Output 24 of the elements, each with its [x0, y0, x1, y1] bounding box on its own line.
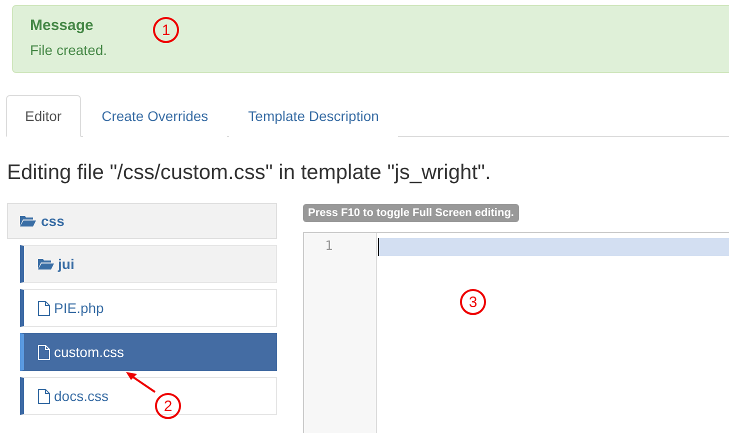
tree-item[interactable]: jui — [20, 245, 277, 283]
item-label: custom.css — [54, 344, 124, 360]
file-icon — [38, 300, 50, 316]
page-heading: Editing file "/css/custom.css" in template "js_wright". — [7, 161, 492, 185]
callout-number: 2 — [155, 393, 181, 419]
hint-badge: Press F10 to toggle Full Screen editing. — [303, 204, 519, 222]
alert-title: Message — [30, 17, 94, 34]
tree-item[interactable]: PIE.php — [20, 289, 277, 327]
item-label: jui — [58, 256, 74, 272]
arrow-drawing — [124, 371, 156, 393]
folder-icon — [38, 258, 54, 270]
item-label: docs.css — [54, 388, 108, 404]
file-icon — [38, 388, 50, 404]
folder-icon — [20, 215, 36, 227]
tree-folder[interactable]: css — [7, 203, 277, 239]
tree-item[interactable]: custom.css — [20, 333, 277, 371]
callout-number: 3 — [460, 289, 486, 315]
tab[interactable]: Editor — [6, 95, 81, 137]
callout-number: 1 — [153, 17, 179, 43]
line-number: 1 — [324, 238, 334, 254]
folder-label: css — [41, 213, 64, 229]
alert-text: File created. — [30, 42, 108, 58]
item-label: PIE.php — [54, 300, 104, 316]
file-icon — [38, 344, 50, 360]
